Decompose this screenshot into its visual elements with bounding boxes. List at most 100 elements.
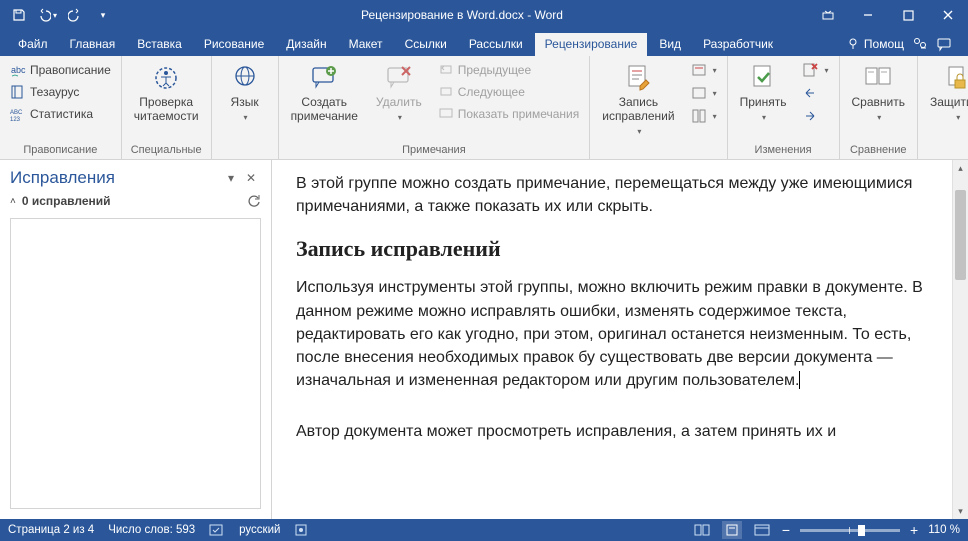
- status-language[interactable]: русский: [239, 524, 280, 536]
- next-change-button[interactable]: [798, 106, 832, 126]
- tab-home[interactable]: Главная: [60, 33, 126, 56]
- status-word-count[interactable]: Число слов: 593: [108, 524, 195, 536]
- collapse-icon[interactable]: ˄: [10, 196, 16, 207]
- next-comment-icon: [438, 84, 454, 100]
- delete-comment-icon: [383, 62, 415, 94]
- show-markup-dropdown[interactable]: ▾: [687, 83, 721, 103]
- paragraph: Автор документа может просмотреть исправ…: [296, 420, 934, 443]
- scroll-thumb[interactable]: [955, 190, 966, 280]
- thesaurus-button[interactable]: Тезаурус: [6, 82, 115, 102]
- spelling-button[interactable]: abcПравописание: [6, 60, 115, 80]
- comments-icon[interactable]: [936, 36, 952, 52]
- tab-mailings[interactable]: Рассылки: [459, 33, 533, 56]
- tab-developer[interactable]: Разработчик: [693, 33, 783, 56]
- next-change-icon: [802, 108, 818, 124]
- pane-icon: [691, 108, 707, 124]
- prev-change-button[interactable]: [798, 83, 832, 103]
- ribbon: abcПравописание Тезаурус ABC123Статистик…: [0, 56, 968, 160]
- zoom-out-button[interactable]: −: [782, 522, 790, 538]
- accessibility-button[interactable]: Проверкачитаемости: [128, 60, 205, 126]
- display-dropdown[interactable]: ▾: [687, 60, 721, 80]
- next-comment-button[interactable]: Следующее: [434, 82, 584, 102]
- tab-design[interactable]: Дизайн: [276, 33, 336, 56]
- compare-icon: [862, 62, 894, 94]
- tab-view[interactable]: Вид: [649, 33, 691, 56]
- refresh-icon[interactable]: [247, 194, 261, 208]
- status-page[interactable]: Страница 2 из 4: [8, 524, 94, 536]
- accept-button[interactable]: Принять▾: [734, 60, 793, 126]
- window-title: Рецензирование в Word.docx - Word: [116, 8, 808, 22]
- scroll-down-icon[interactable]: ▾: [953, 503, 968, 519]
- delete-comment-button[interactable]: Удалить▾: [370, 60, 428, 126]
- pane-close-icon[interactable]: ✕: [241, 168, 261, 188]
- reject-button[interactable]: ▾: [798, 60, 832, 80]
- show-comments-icon: [438, 106, 454, 122]
- markup-icon: [691, 85, 707, 101]
- group-tracking: Записьисправлений ▾ ▾ ▾ ▾: [590, 56, 727, 159]
- ribbon-options-icon[interactable]: [808, 0, 848, 30]
- zoom-slider[interactable]: [800, 529, 900, 532]
- word-count-button[interactable]: ABC123Статистика: [6, 104, 115, 124]
- svg-text:abc: abc: [11, 65, 26, 75]
- language-icon: [229, 62, 261, 94]
- chevron-down-icon: ▾: [877, 113, 881, 122]
- qat-customize-icon[interactable]: ▾: [90, 2, 116, 28]
- save-icon[interactable]: [6, 2, 32, 28]
- minimize-icon[interactable]: [848, 0, 888, 30]
- prev-change-icon: [802, 85, 818, 101]
- prev-comment-icon: [438, 62, 454, 78]
- tab-references[interactable]: Ссылки: [395, 33, 457, 56]
- ribbon-tabs: Файл Главная Вставка Рисование Дизайн Ма…: [0, 30, 968, 56]
- read-mode-icon[interactable]: [692, 521, 712, 539]
- svg-text:ABC: ABC: [10, 110, 23, 116]
- status-proofing-icon[interactable]: [209, 523, 225, 537]
- group-proofing: abcПравописание Тезаурус ABC123Статистик…: [0, 56, 122, 159]
- revisions-list[interactable]: [10, 218, 261, 509]
- tab-file[interactable]: Файл: [8, 33, 58, 56]
- chevron-down-icon: ▾: [398, 113, 402, 122]
- new-comment-button[interactable]: Создатьпримечание: [285, 60, 364, 126]
- zoom-in-button[interactable]: +: [910, 522, 918, 538]
- language-button[interactable]: Язык▾: [218, 60, 272, 126]
- document-canvas[interactable]: В этой группе можно создать примечание, …: [272, 160, 952, 519]
- track-changes-button[interactable]: Записьисправлений ▾: [596, 60, 680, 139]
- share-icon[interactable]: [912, 36, 928, 52]
- title-bar: ▾ ▾ Рецензирование в Word.docx - Word: [0, 0, 968, 30]
- group-compare: Сравнить▾ Сравнение: [840, 56, 918, 159]
- prev-comment-button[interactable]: Предыдущее: [434, 60, 584, 80]
- compare-button[interactable]: Сравнить▾: [846, 60, 911, 126]
- group-accessibility: Проверкачитаемости Специальные: [122, 56, 212, 159]
- scroll-up-icon[interactable]: ▴: [953, 160, 968, 176]
- show-comments-button[interactable]: Показать примечания: [434, 104, 584, 124]
- vertical-scrollbar[interactable]: ▴ ▾: [952, 160, 968, 519]
- tab-layout[interactable]: Макет: [339, 33, 393, 56]
- protect-button[interactable]: Защитить▾: [924, 60, 968, 126]
- tell-me-icon[interactable]: Помощ: [846, 37, 904, 51]
- maximize-icon[interactable]: [888, 0, 928, 30]
- print-layout-icon[interactable]: [722, 521, 742, 539]
- zoom-level[interactable]: 110 %: [928, 524, 960, 536]
- paragraph: В этой группе можно создать примечание, …: [296, 172, 934, 218]
- reviewing-pane-dropdown[interactable]: ▾: [687, 106, 721, 126]
- status-macro-icon[interactable]: [294, 523, 308, 537]
- chevron-down-icon: ▾: [244, 113, 248, 122]
- tab-insert[interactable]: Вставка: [127, 33, 192, 56]
- tab-draw[interactable]: Рисование: [194, 33, 274, 56]
- workspace: Исправления ▾ ✕ ˄ 0 исправлений В этой г…: [0, 160, 968, 519]
- undo-icon[interactable]: ▾: [34, 2, 60, 28]
- document-area: В этой группе можно создать примечание, …: [272, 160, 968, 519]
- status-bar: Страница 2 из 4 Число слов: 593 русский …: [0, 519, 968, 541]
- new-comment-icon: [308, 62, 340, 94]
- pane-menu-icon[interactable]: ▾: [221, 168, 241, 188]
- reject-icon: [802, 62, 818, 78]
- chevron-down-icon: ▾: [637, 127, 641, 136]
- track-changes-icon: [622, 62, 654, 94]
- svg-text:123: 123: [10, 117, 21, 122]
- close-icon[interactable]: [928, 0, 968, 30]
- tab-review[interactable]: Рецензирование: [535, 33, 648, 56]
- group-changes: Принять▾ ▾ Изменения: [728, 56, 840, 159]
- redo-icon[interactable]: [62, 2, 88, 28]
- group-language: Язык▾: [212, 56, 279, 159]
- web-layout-icon[interactable]: [752, 521, 772, 539]
- text-cursor: [799, 371, 800, 389]
